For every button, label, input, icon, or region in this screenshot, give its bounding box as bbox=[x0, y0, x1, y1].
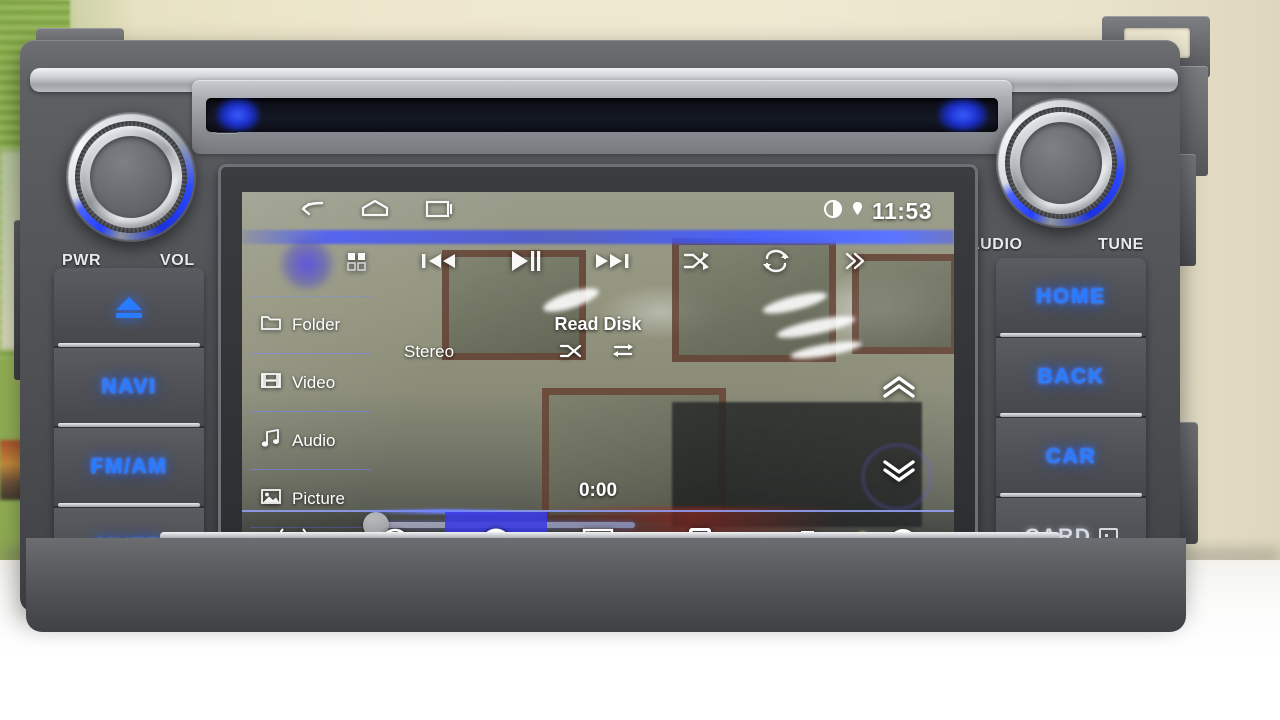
page-down-button[interactable] bbox=[880, 458, 918, 489]
disc-slot-faceplate bbox=[192, 80, 1012, 154]
home-button[interactable]: HOME bbox=[996, 258, 1146, 338]
eject-button[interactable] bbox=[54, 268, 204, 348]
tune-label: TUNE bbox=[1098, 236, 1144, 253]
sidebar-item-audio-label: Audio bbox=[292, 430, 336, 450]
track-title: Read Disk bbox=[554, 314, 642, 334]
page-up-button[interactable] bbox=[880, 374, 918, 405]
car-button[interactable]: CAR bbox=[996, 418, 1146, 498]
sidebar-item-audio[interactable]: Audio bbox=[250, 412, 372, 470]
shuffle-button[interactable] bbox=[682, 250, 712, 277]
head-unit: PWR VOL AUDIO TUNE NAVI FM/AM HOME BACK … bbox=[14, 16, 1210, 636]
repeat-list-indicator-icon bbox=[611, 342, 637, 365]
slot-glow-left bbox=[216, 98, 260, 132]
sidebar-item-video-label: Video bbox=[292, 372, 336, 392]
repeat-button[interactable] bbox=[761, 249, 791, 278]
home-icon[interactable] bbox=[360, 198, 390, 225]
playback-mode-indicators bbox=[242, 342, 954, 365]
location-pin-icon bbox=[852, 201, 863, 222]
previous-track-button[interactable] bbox=[419, 250, 459, 277]
status-clock: 11:53 bbox=[871, 197, 932, 224]
knob-cap bbox=[1020, 122, 1102, 204]
audio-tune-knob[interactable] bbox=[996, 98, 1126, 228]
navi-button[interactable]: NAVI bbox=[54, 348, 204, 428]
play-pause-button[interactable] bbox=[508, 248, 542, 279]
fm-am-button-label: FM/AM bbox=[90, 455, 168, 478]
shuffle-indicator-icon bbox=[559, 342, 585, 365]
half-moon-icon bbox=[823, 199, 843, 224]
chassis: PWR VOL AUDIO TUNE NAVI FM/AM HOME BACK … bbox=[20, 40, 1186, 632]
android-status-bar: 11:53 bbox=[242, 192, 954, 230]
next-track-button[interactable] bbox=[592, 250, 632, 277]
screenshot-root: PWR VOL AUDIO TUNE NAVI FM/AM HOME BACK … bbox=[0, 0, 1280, 720]
knob-cap bbox=[90, 136, 172, 218]
eject-icon bbox=[116, 296, 142, 318]
playlist-button[interactable] bbox=[345, 250, 369, 277]
back-arrow-icon[interactable] bbox=[298, 198, 326, 225]
back-button[interactable]: BACK bbox=[996, 338, 1146, 418]
bottom-lip bbox=[26, 538, 1186, 632]
disc-slot[interactable] bbox=[206, 98, 998, 132]
lcd-screen[interactable]: 11:53 Folder Video Audio Picture Stereo … bbox=[242, 192, 954, 574]
home-button-label: HOME bbox=[1036, 285, 1106, 308]
power-volume-knob[interactable] bbox=[66, 112, 196, 242]
elapsed-time: 0:00 bbox=[578, 480, 618, 501]
back-button-label: BACK bbox=[1037, 365, 1105, 388]
more-button[interactable] bbox=[841, 249, 867, 278]
slot-glow-right bbox=[938, 98, 988, 132]
status-indicators: 11:53 bbox=[823, 198, 932, 225]
music-note-icon bbox=[260, 428, 282, 453]
film-icon bbox=[260, 371, 282, 395]
transport-controls bbox=[242, 240, 954, 286]
fm-am-button[interactable]: FM/AM bbox=[54, 428, 204, 508]
car-button-label: CAR bbox=[1045, 445, 1097, 468]
navi-button-label: NAVI bbox=[101, 375, 157, 398]
recents-icon[interactable] bbox=[424, 198, 456, 225]
android-nav-buttons bbox=[298, 198, 456, 225]
